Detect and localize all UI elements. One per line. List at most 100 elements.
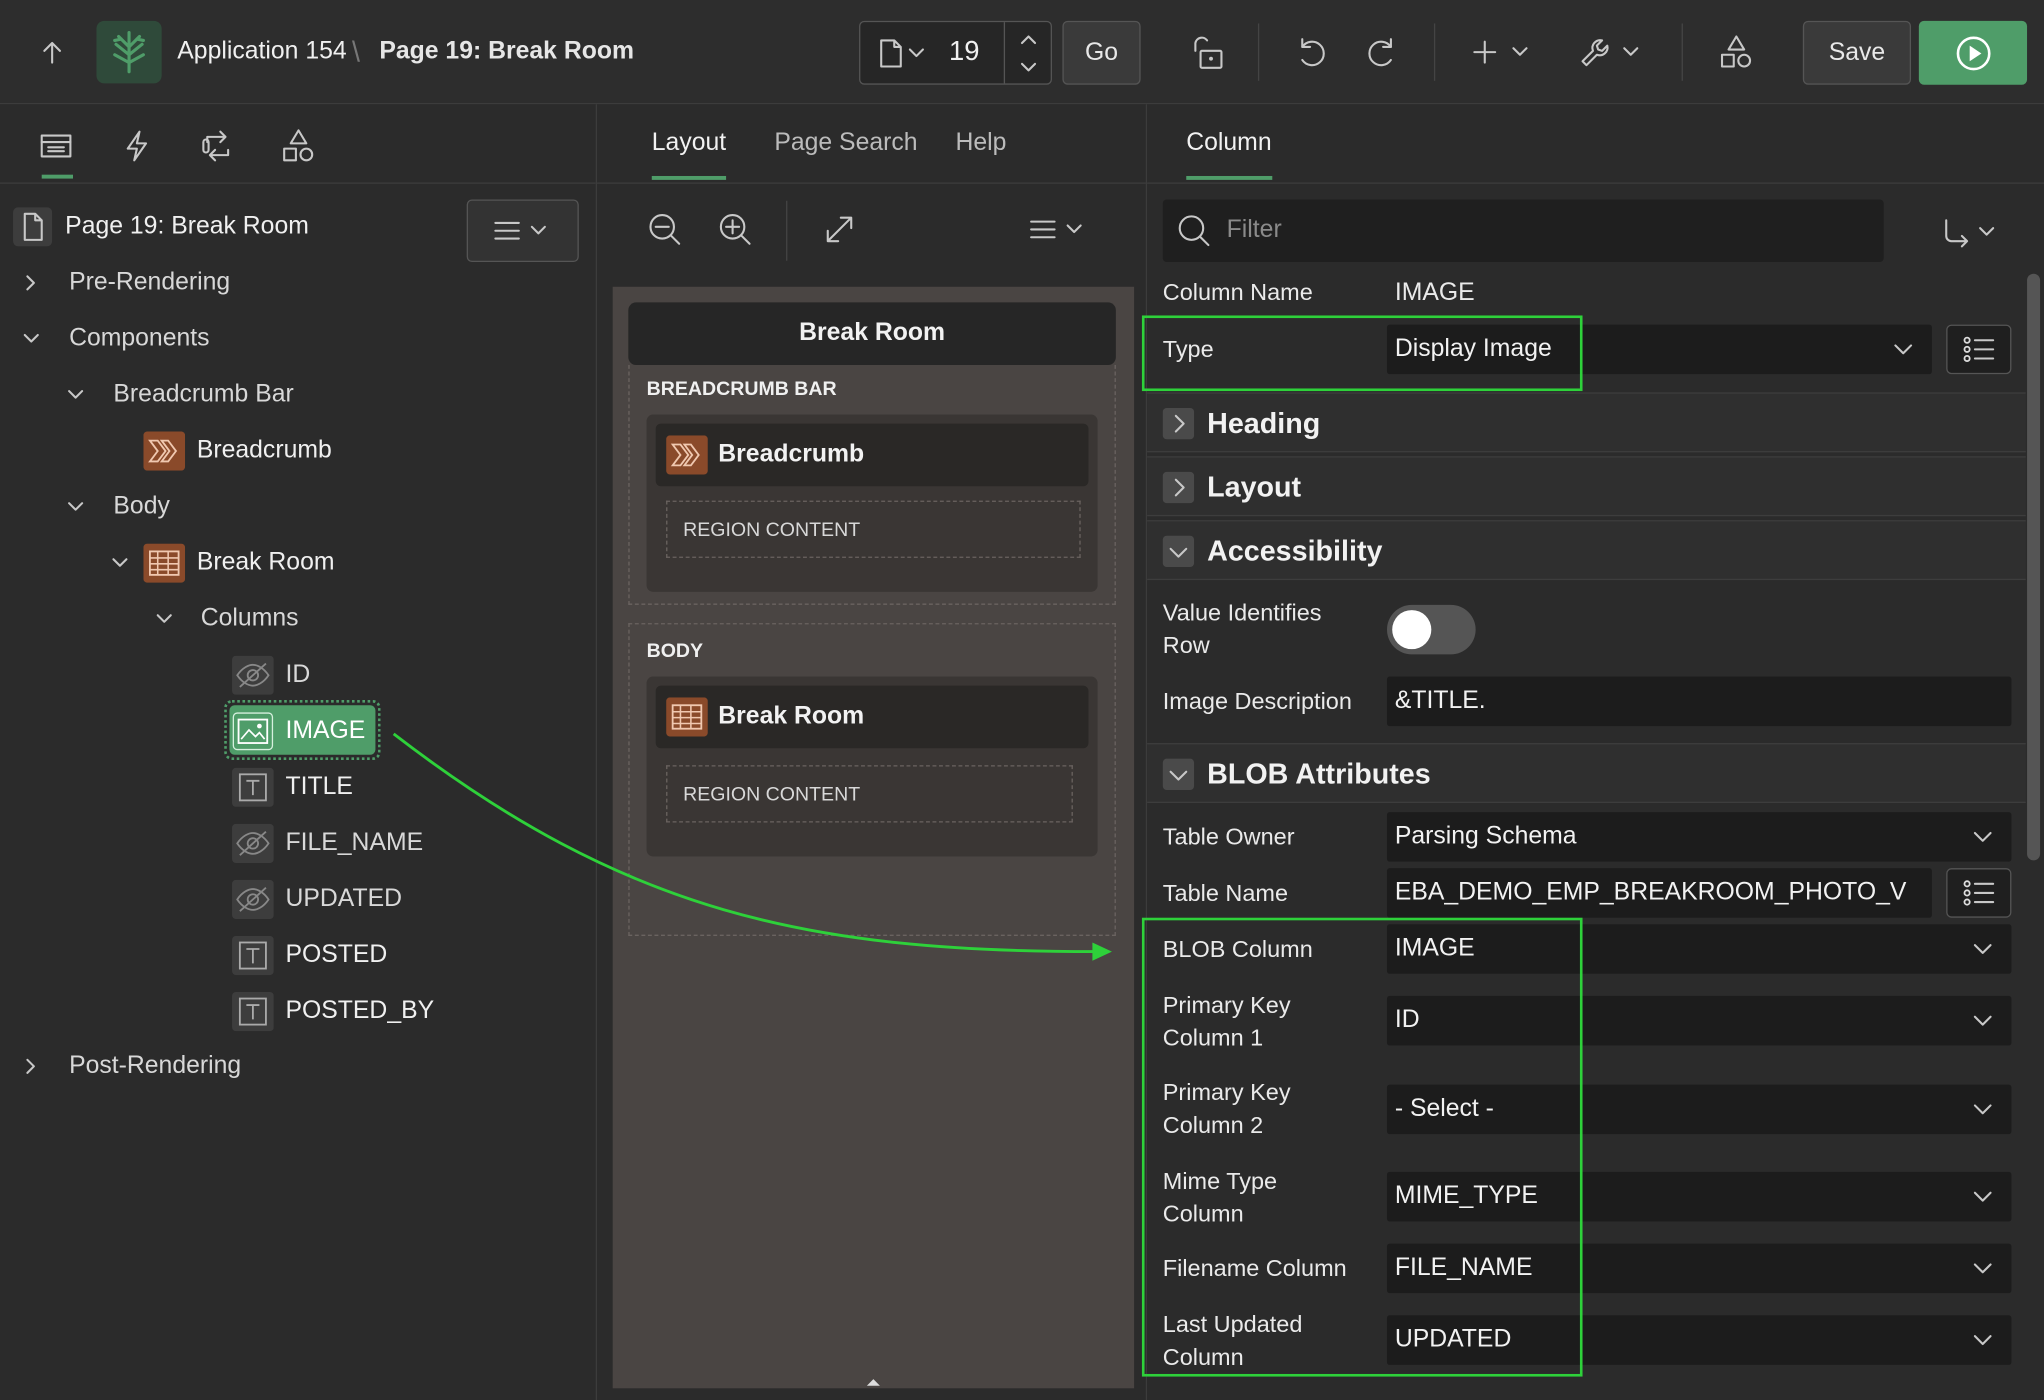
section-heading[interactable]: Heading xyxy=(1147,392,2026,453)
run-page-button[interactable] xyxy=(1918,20,2028,85)
app-logo-icon[interactable] xyxy=(96,20,162,84)
redo-icon[interactable] xyxy=(1353,26,1410,78)
app-name-link[interactable]: Application 154 xyxy=(177,38,346,67)
report-region-icon xyxy=(666,697,708,737)
page-increment-icon[interactable] xyxy=(1006,25,1050,54)
break-room-region-title: Break Room xyxy=(718,702,865,730)
tree-column-posted[interactable]: POSTED xyxy=(232,929,387,981)
canvas-page-header[interactable]: Break Room xyxy=(628,302,1116,365)
report-region-icon xyxy=(143,543,186,583)
shared-components-icon[interactable] xyxy=(1708,26,1765,78)
section-layout[interactable]: Layout xyxy=(1147,456,2026,517)
canvas-resize-handle-icon[interactable] xyxy=(864,1375,882,1388)
tree-components[interactable]: Components xyxy=(21,313,210,365)
chevron-right-icon xyxy=(26,1058,35,1074)
value-identifies-row-toggle[interactable] xyxy=(1386,604,1476,655)
create-menu-icon[interactable] xyxy=(1460,26,1543,78)
property-scrollbar[interactable] xyxy=(2027,273,2041,861)
page-icon-dropdown[interactable] xyxy=(868,27,933,79)
dynamic-actions-tab-icon[interactable] xyxy=(109,120,164,172)
region-content-drop-zone[interactable]: REGION CONTENT xyxy=(666,765,1073,823)
tree-body[interactable]: Body xyxy=(65,481,170,533)
image-column-icon xyxy=(232,712,274,751)
zoom-in-icon[interactable] xyxy=(712,206,759,253)
page-selector: 19 xyxy=(859,20,1052,85)
breadcrumb-separator: \ xyxy=(351,35,360,68)
rendering-tree-panel: Page 19: Break Room Pre-Rendering Compon… xyxy=(0,104,596,1400)
body-zone: BODY Break Room REGION CONTENT xyxy=(628,623,1116,936)
tab-layout[interactable]: Layout xyxy=(652,129,726,158)
tree-column-updated[interactable]: UPDATED xyxy=(232,873,402,925)
text-column-icon xyxy=(232,992,274,1032)
page-decrement-icon[interactable] xyxy=(1006,53,1050,82)
layout-menu-icon[interactable] xyxy=(1022,206,1095,253)
tree-menu-button[interactable] xyxy=(466,199,579,263)
value-identifies-row-label: Value Identifies Row xyxy=(1162,599,1322,659)
image-description-input[interactable]: &TITLE. xyxy=(1386,676,2012,727)
tree-column-title[interactable]: TITLE xyxy=(232,761,353,813)
page-shared-components-tab-icon[interactable] xyxy=(271,120,326,172)
tree-column-image[interactable]: IMAGE xyxy=(232,705,365,757)
tree-column-id[interactable]: ID xyxy=(232,649,310,701)
text-column-icon xyxy=(232,935,274,976)
tree-page-node[interactable]: Page 19: Break Room xyxy=(13,201,309,253)
chevron-down-icon xyxy=(1973,1015,1992,1026)
go-button[interactable]: Go xyxy=(1062,20,1141,85)
type-list-button[interactable] xyxy=(1946,324,2012,375)
chevron-down-icon xyxy=(112,558,128,567)
section-blob-attributes[interactable]: BLOB Attributes xyxy=(1147,743,2026,803)
tree-columns[interactable]: Columns xyxy=(154,593,298,645)
tree-column-posted-by[interactable]: POSTED_BY xyxy=(232,985,434,1037)
breadcrumb-region-icon xyxy=(666,435,708,475)
table-owner-label: Table Owner xyxy=(1162,823,1295,850)
list-icon xyxy=(1963,336,1995,363)
chevron-right-icon xyxy=(1174,414,1185,433)
page-number-input[interactable]: 19 xyxy=(949,36,979,67)
tree-breadcrumb-bar[interactable]: Breadcrumb Bar xyxy=(65,369,294,421)
table-name-list-button[interactable] xyxy=(1946,868,2012,918)
chevron-down-icon xyxy=(68,390,84,399)
tree-pre-rendering[interactable]: Pre-Rendering xyxy=(21,257,230,309)
expand-icon[interactable] xyxy=(816,206,863,253)
section-accessibility[interactable]: Accessibility xyxy=(1147,520,2026,581)
chevron-down-icon xyxy=(1973,1335,1992,1346)
chevron-right-icon xyxy=(26,275,35,291)
rendering-tab-icon[interactable] xyxy=(29,120,84,172)
up-arrow-icon[interactable] xyxy=(29,26,76,78)
table-name-input[interactable]: EBA_DEMO_EMP_BREAKROOM_PHOTO_V xyxy=(1386,868,1932,918)
breadcrumb-region-icon xyxy=(143,431,186,471)
breadcrumb-region-box[interactable]: Breadcrumb REGION CONTENT xyxy=(646,414,1098,592)
blob-attributes-highlight-box xyxy=(1141,917,1583,1377)
processing-tab-icon[interactable] xyxy=(190,120,245,172)
table-owner-select[interactable]: Parsing Schema xyxy=(1386,812,2012,862)
tree-breadcrumb-region[interactable]: Breadcrumb xyxy=(143,425,332,477)
zoom-out-icon[interactable] xyxy=(641,206,688,253)
unlock-icon[interactable] xyxy=(1180,26,1237,78)
type-highlight-box xyxy=(1141,315,1583,392)
tab-column[interactable]: Column xyxy=(1186,129,1271,158)
region-content-drop-zone[interactable]: REGION CONTENT xyxy=(666,500,1081,558)
utilities-wrench-icon[interactable] xyxy=(1569,26,1652,78)
layout-canvas: Break Room BREADCRUMB BAR Breadcrumb REG… xyxy=(612,286,1135,1389)
layout-panel: Layout Page Search Help Break Room BREAD… xyxy=(595,104,1149,1400)
hidden-column-icon xyxy=(232,879,274,920)
tree-break-room-region[interactable]: Break Room xyxy=(109,537,335,589)
hidden-column-icon xyxy=(232,655,274,695)
page-icon xyxy=(13,207,53,247)
list-icon xyxy=(1963,880,1995,906)
play-icon xyxy=(1956,35,1990,70)
table-name-label: Table Name xyxy=(1162,879,1288,906)
go-to-group-icon[interactable] xyxy=(1929,209,2007,256)
tree-post-rendering[interactable]: Post-Rendering xyxy=(21,1040,241,1092)
chevron-down-icon xyxy=(1973,944,1992,954)
filter-placeholder: Filter xyxy=(1226,216,1282,244)
tab-help[interactable]: Help xyxy=(956,129,1007,158)
breadcrumb-bar-label: BREADCRUMB BAR xyxy=(646,378,837,401)
tree-column-file-name[interactable]: FILE_NAME xyxy=(232,817,423,869)
tab-page-search[interactable]: Page Search xyxy=(774,129,917,158)
save-button[interactable]: Save xyxy=(1802,20,1912,85)
undo-icon[interactable] xyxy=(1283,26,1340,78)
break-room-region-box[interactable]: Break Room REGION CONTENT xyxy=(646,676,1098,857)
filter-input[interactable]: Filter xyxy=(1162,199,1884,263)
chevron-down-icon xyxy=(156,614,172,623)
